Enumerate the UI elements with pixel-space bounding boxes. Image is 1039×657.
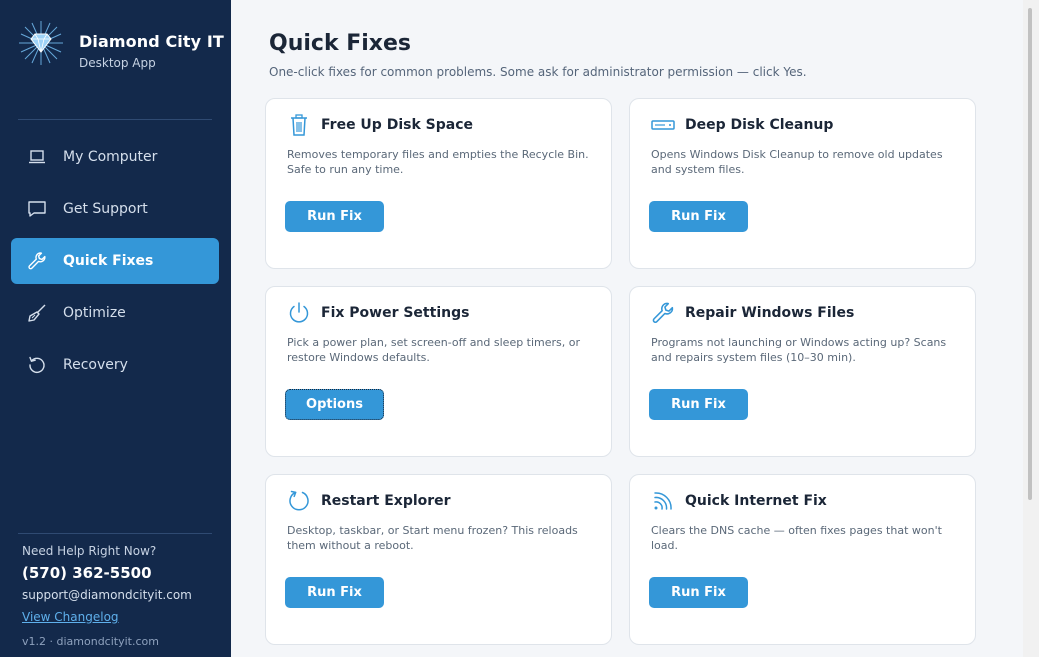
sidebar-item-my-computer[interactable]: My Computer: [11, 134, 219, 180]
help-label: Need Help Right Now?: [22, 544, 157, 558]
help-phone: (570) 362-5500: [22, 564, 152, 582]
chat-icon: [27, 199, 47, 219]
page-title: Quick Fixes: [269, 31, 412, 56]
card-title: Quick Internet Fix: [685, 493, 827, 509]
view-changelog-link[interactable]: View Changelog: [22, 610, 119, 624]
fix-card-free-up-disk-space: Free Up Disk Space Removes temporary fil…: [265, 98, 612, 269]
refresh-icon: [287, 489, 311, 513]
options-button[interactable]: Options: [285, 389, 384, 420]
fix-card-fix-power-settings: Fix Power Settings Pick a power plan, se…: [265, 286, 612, 457]
diamond-logo-icon: [19, 21, 63, 65]
power-icon: [287, 301, 311, 325]
brand-title: Diamond City IT: [79, 32, 224, 51]
page-subtitle: One-click fixes for common problems. Som…: [269, 65, 807, 79]
brand: Diamond City IT Desktop App: [18, 20, 224, 70]
main-content: Quick Fixes One-click fixes for common p…: [231, 0, 1023, 657]
fix-card-quick-internet-fix: Quick Internet Fix Clears the DNS cache …: [629, 474, 976, 645]
broom-icon: [27, 303, 47, 323]
wrench-icon: [27, 251, 47, 271]
card-description: Pick a power plan, set screen-off and sl…: [287, 336, 581, 364]
sidebar-item-get-support[interactable]: Get Support: [11, 186, 219, 232]
run-fix-button[interactable]: Run Fix: [649, 577, 748, 608]
sidebar-item-label: Get Support: [63, 201, 148, 217]
card-description: Removes temporary files and empties the …: [287, 148, 589, 176]
sidebar-item-optimize[interactable]: Optimize: [11, 290, 219, 336]
sidebar-item-recovery[interactable]: Recovery: [11, 342, 219, 388]
card-description: Clears the DNS cache — often fixes pages…: [651, 524, 942, 552]
card-description: Programs not launching or Windows acting…: [651, 336, 947, 364]
card-title: Fix Power Settings: [321, 305, 470, 321]
sidebar-item-label: Optimize: [63, 305, 126, 321]
card-title: Deep Disk Cleanup: [685, 117, 834, 133]
card-title: Repair Windows Files: [685, 305, 855, 321]
sidebar-item-label: Recovery: [63, 357, 128, 373]
sidebar-divider: [18, 533, 212, 534]
wifi-icon: [651, 489, 675, 513]
sidebar-divider: [18, 119, 212, 120]
vertical-scrollbar[interactable]: [1023, 0, 1039, 657]
card-description: Opens Windows Disk Cleanup to remove old…: [651, 148, 943, 176]
card-title: Free Up Disk Space: [321, 117, 473, 133]
sidebar-item-label: Quick Fixes: [63, 253, 154, 269]
sidebar-item-quick-fixes[interactable]: Quick Fixes: [11, 238, 219, 284]
brand-subtitle: Desktop App: [79, 56, 156, 70]
sidebar-item-label: My Computer: [63, 149, 158, 165]
drive-icon: [651, 113, 675, 137]
run-fix-button[interactable]: Run Fix: [285, 577, 384, 608]
restore-icon: [27, 355, 47, 375]
fix-card-repair-windows-files: Repair Windows Files Programs not launch…: [629, 286, 976, 457]
fix-card-deep-disk-cleanup: Deep Disk Cleanup Opens Windows Disk Cle…: [629, 98, 976, 269]
version-footer: v1.2 · diamondcityit.com: [22, 635, 159, 648]
run-fix-button[interactable]: Run Fix: [649, 201, 748, 232]
laptop-icon: [27, 147, 47, 167]
wrench-icon: [651, 301, 675, 325]
help-section: Need Help Right Now? (570) 362-5500 supp…: [22, 544, 222, 648]
card-description: Desktop, taskbar, or Start menu frozen? …: [287, 524, 578, 552]
sidebar: Diamond City IT Desktop App My Computer …: [0, 0, 231, 657]
run-fix-button[interactable]: Run Fix: [285, 201, 384, 232]
scrollbar-thumb[interactable]: [1028, 8, 1032, 500]
fix-card-restart-explorer: Restart Explorer Desktop, taskbar, or St…: [265, 474, 612, 645]
trash-icon: [287, 113, 311, 137]
card-title: Restart Explorer: [321, 493, 451, 509]
help-email: support@diamondcityit.com: [22, 588, 192, 602]
run-fix-button[interactable]: Run Fix: [649, 389, 748, 420]
sidebar-nav: My Computer Get Support Quick Fixes Opti…: [11, 134, 219, 394]
